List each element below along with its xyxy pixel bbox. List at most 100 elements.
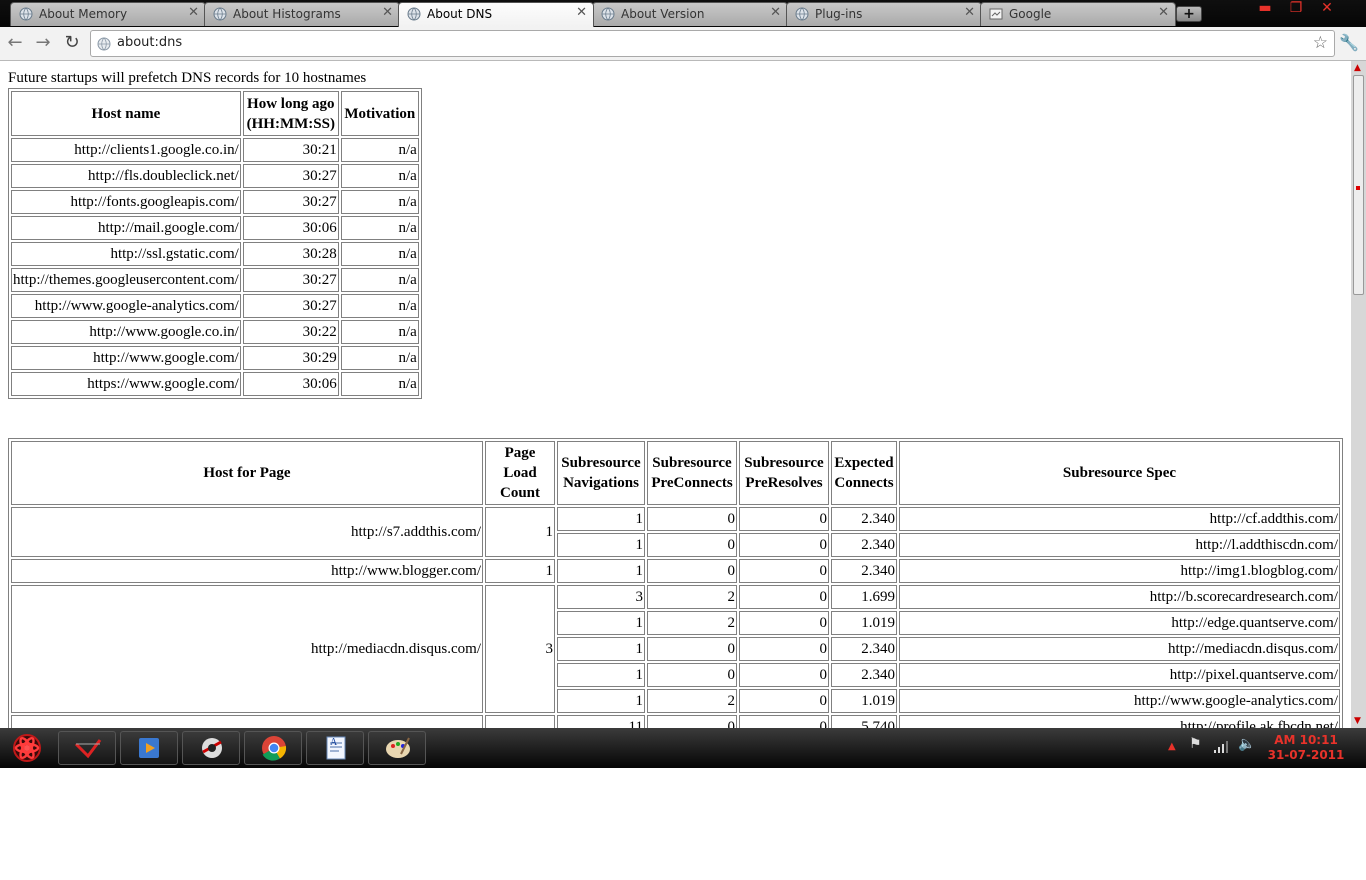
close-icon[interactable]: ✕ [188, 6, 199, 20]
wrench-icon: 🔧 [1339, 33, 1359, 52]
table-row: http://s7.addthis.com/1 1 0 0 2.340 http://cf… [11, 507, 1340, 557]
scroll-down-arrow-icon[interactable]: ▼ [1354, 716, 1361, 726]
preresolves-cell: 0 [739, 637, 829, 661]
table-header-row: Host name How long ago (HH:MM:SS) Motiva… [11, 91, 419, 136]
close-window-button[interactable]: ✕ [1312, 0, 1342, 18]
minimize-button[interactable]: ▬ [1250, 0, 1280, 18]
preresolves-cell: 0 [739, 689, 829, 713]
tab-about-histograms[interactable]: About Histograms ✕ [204, 2, 400, 26]
tab-plug-ins[interactable]: Plug-ins ✕ [786, 2, 982, 26]
taskbar-media-player[interactable] [120, 731, 178, 765]
globe-icon [213, 7, 227, 21]
navigations-cell: 1 [557, 689, 645, 713]
tab-about-dns[interactable]: About DNS ✕ [398, 2, 594, 27]
back-button[interactable]: ← [4, 33, 26, 53]
expected-connects-cell: 5.740 [831, 715, 897, 728]
scrollbar-thumb[interactable] [1353, 75, 1364, 295]
scroll-up-arrow-icon[interactable]: ▲ [1354, 63, 1361, 73]
host-for-page-cell: http://s7.addthis.com/ [11, 507, 483, 557]
host-for-page-cell [11, 715, 483, 728]
motivation-cell: n/a [340, 320, 419, 344]
tab-google[interactable]: Google ✕ [980, 2, 1176, 26]
navigations-cell: 1 [557, 559, 645, 583]
preresolves-cell: 0 [739, 533, 829, 557]
close-icon[interactable]: ✕ [1158, 6, 1169, 20]
new-tab-button[interactable]: + [1176, 6, 1202, 22]
taskbar-app-1[interactable] [58, 731, 116, 765]
time-ago-cell: 30:29 [242, 346, 339, 370]
close-icon[interactable]: ✕ [382, 6, 393, 20]
column-header: How long ago (HH:MM:SS) [242, 91, 339, 136]
svg-text:A: A [330, 737, 338, 748]
maximize-button[interactable]: ❐ [1281, 0, 1311, 18]
motivation-cell: n/a [340, 190, 419, 214]
url-input[interactable] [117, 35, 1297, 50]
time-ago-cell: 30:22 [242, 320, 339, 344]
media-player-icon [139, 738, 159, 758]
reload-button[interactable]: ↻ [61, 33, 83, 53]
startup-table-body: http://clients1.google.co.in/30:21 n/a htt… [11, 138, 419, 396]
close-icon[interactable]: ✕ [770, 6, 781, 20]
table-row: https://www.google.com/30:06 n/a [11, 372, 419, 396]
volume-icon[interactable]: 🔈 [1238, 736, 1255, 752]
host-name-cell: http://fls.doubleclick.net/ [11, 164, 241, 188]
chrome-icon [262, 736, 287, 761]
expected-connects-cell: 2.340 [831, 663, 897, 687]
time-ago-cell: 30:21 [242, 138, 339, 162]
table-row: http://www.blogger.com/1 1 0 0 2.340 http://i… [11, 559, 1340, 583]
close-icon[interactable]: ✕ [964, 6, 975, 20]
column-header: Page Load Count [485, 441, 555, 505]
bookmark-star-icon[interactable]: ☆ [1313, 33, 1328, 53]
column-header: Subresource Navigations [557, 441, 645, 505]
column-header: Subresource PreResolves [739, 441, 829, 505]
navigations-cell: 1 [557, 611, 645, 635]
system-clock[interactable]: AM 10:11 31-07-2011 [1258, 733, 1354, 763]
subresource-table: Host for Page Page Load Count Subresourc… [8, 438, 1343, 728]
column-header: Expected Connects [831, 441, 897, 505]
globe-icon [601, 7, 615, 21]
host-name-cell: http://clients1.google.co.in/ [11, 138, 241, 162]
navigations-cell: 1 [557, 637, 645, 661]
table-row: http://mediacdn.disqus.com/3 3 2 0 1.699 http… [11, 585, 1340, 713]
tab-title: About Histograms [233, 7, 341, 21]
page-content: Future startups will prefetch DNS record… [0, 61, 1351, 728]
preconnects-cell: 2 [647, 585, 737, 609]
action-center-flag-icon[interactable]: ⚑ [1189, 736, 1202, 752]
taskbar: A ▲ ⚑ 🔈 AM 10:11 31-07-2011 [0, 728, 1366, 768]
subresource-spec-cell: http://img1.blogblog.com/ [899, 559, 1340, 583]
preresolves-cell: 0 [739, 585, 829, 609]
time-ago-cell: 30:27 [242, 268, 339, 292]
network-signal-icon[interactable] [1213, 740, 1229, 754]
table-row: http://www.google-analytics.com/30:27 n/a [11, 294, 419, 318]
tab-about-memory[interactable]: About Memory ✕ [10, 2, 206, 26]
navigations-cell: 1 [557, 663, 645, 687]
forward-button[interactable]: → [32, 33, 54, 53]
prefetch-summary: Future startups will prefetch DNS record… [8, 70, 367, 86]
column-header: Host name [11, 91, 241, 136]
address-bar[interactable]: ☆ [90, 30, 1335, 57]
preresolves-cell: 0 [739, 611, 829, 635]
host-for-page-cell: http://mediacdn.disqus.com/ [11, 585, 483, 713]
clock-time: AM 10:11 [1274, 733, 1338, 747]
clock-date: 31-07-2011 [1267, 748, 1345, 762]
expected-connects-cell: 2.340 [831, 507, 897, 531]
navigations-cell: 3 [557, 585, 645, 609]
show-hidden-icons-arrow-icon[interactable]: ▲ [1168, 741, 1176, 752]
vertical-scrollbar[interactable]: ▲ ▼ [1351, 61, 1366, 728]
taskbar-paint[interactable] [368, 731, 426, 765]
tab-strip: About Memory ✕ About Histograms ✕ About … [0, 0, 1366, 27]
start-button[interactable] [8, 730, 46, 766]
taskbar-network-app[interactable] [182, 731, 240, 765]
time-ago-cell: 30:27 [242, 164, 339, 188]
tab-about-version[interactable]: About Version ✕ [592, 2, 788, 26]
page-icon [97, 37, 111, 51]
column-header: Subresource PreConnects [647, 441, 737, 505]
tab-title: About Memory [39, 7, 128, 21]
taskbar-wordpad[interactable]: A [306, 731, 364, 765]
close-icon[interactable]: ✕ [576, 6, 587, 20]
wrench-menu-button[interactable]: 🔧 [1339, 33, 1359, 52]
taskbar-chrome[interactable] [244, 731, 302, 765]
table-row: http://clients1.google.co.in/30:21 n/a [11, 138, 419, 162]
globe-icon [19, 7, 33, 21]
reload-icon: ↻ [64, 32, 80, 53]
